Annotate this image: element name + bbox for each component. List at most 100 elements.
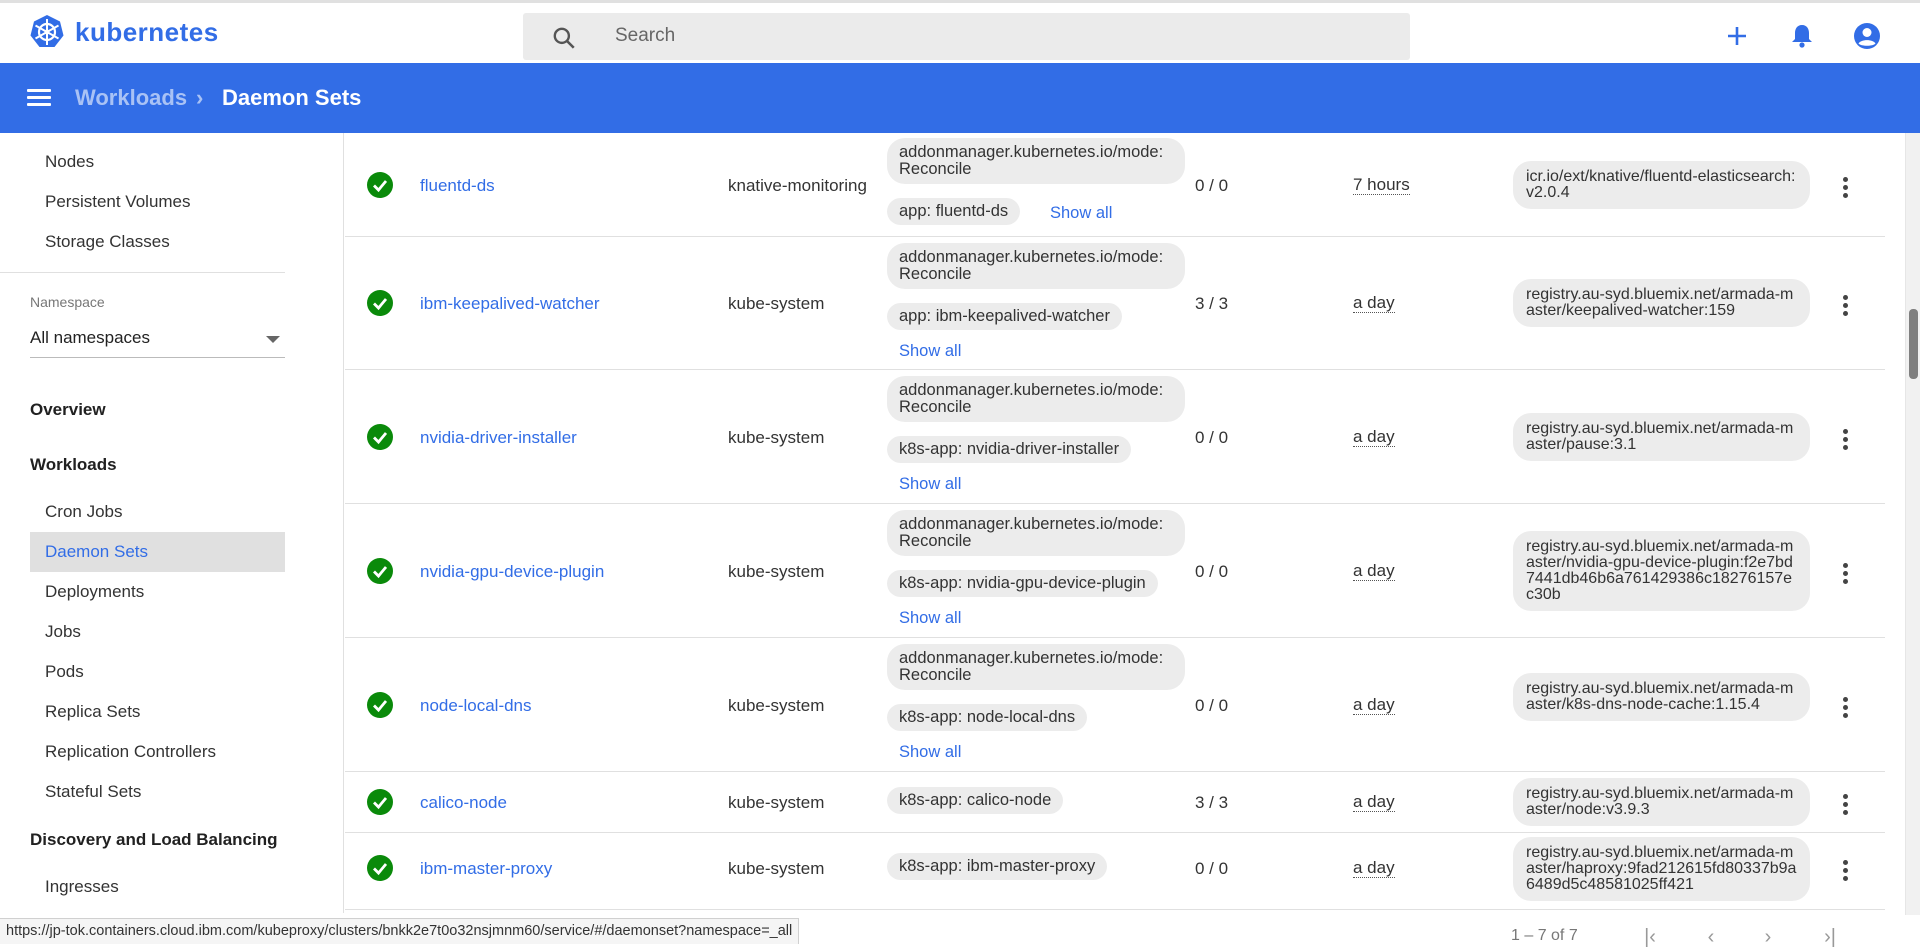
namespace-cell: kube-system [728, 562, 825, 581]
breadcrumb-bar: Workloads › Daemon Sets [0, 63, 1920, 133]
sidebar-item-replica-sets[interactable]: Replica Sets [30, 692, 285, 732]
sidebar-item-daemon-sets[interactable]: Daemon Sets [30, 532, 285, 572]
sidebar-item-cron-jobs[interactable]: Cron Jobs [30, 492, 285, 532]
label-chip: app: fluentd-ds [887, 198, 1021, 225]
account-circle-icon [1854, 23, 1880, 49]
daemonset-name-link[interactable]: ibm-master-proxy [420, 859, 552, 879]
daemonset-name-link[interactable]: calico-node [420, 793, 507, 813]
row-actions-menu-icon[interactable] [1835, 561, 1855, 585]
sidebar-item-jobs[interactable]: Jobs [30, 612, 285, 652]
last-page-button[interactable]: ›| [1817, 926, 1843, 948]
sidebar-item-pods[interactable]: Pods [30, 652, 285, 692]
sidebar-item-discovery[interactable]: Discovery and Load Balancing [30, 830, 278, 850]
image-chip: registry.au-syd.bluemix.net/armada-maste… [1513, 837, 1810, 901]
namespace-cell: kube-system [728, 428, 825, 447]
status-ok-icon [367, 558, 393, 584]
table-row: ibm-master-proxy kube-system k8s-app: ib… [345, 833, 1885, 910]
table-row: nvidia-gpu-device-plugin kube-system add… [345, 504, 1885, 638]
status-ok-icon [367, 290, 393, 316]
image-chip: registry.au-syd.bluemix.net/armada-maste… [1513, 413, 1810, 461]
namespace-value: All namespaces [30, 328, 151, 347]
show-all-labels-link[interactable]: Show all [899, 743, 961, 762]
account-button[interactable] [1850, 19, 1884, 53]
image-chip: icr.io/ext/knative/fluentd-elasticsearch… [1513, 161, 1810, 209]
namespace-cell: kube-system [728, 859, 825, 878]
search-icon[interactable] [551, 25, 577, 51]
plus-icon [1728, 27, 1746, 45]
daemonset-name-link[interactable]: nvidia-driver-installer [420, 428, 577, 448]
label-chip: k8s-app: nvidia-gpu-device-plugin [887, 570, 1158, 597]
first-page-button[interactable]: |‹ [1637, 926, 1663, 948]
vertical-scrollbar[interactable] [1905, 133, 1920, 915]
sidebar-item-ingresses[interactable]: Ingresses [30, 867, 285, 907]
label-chip: addonmanager.kubernetes.io/mode: Reconci… [887, 243, 1185, 289]
menu-toggle-button[interactable] [24, 85, 54, 111]
label-chip: k8s-app: node-local-dns [887, 704, 1088, 731]
image-chip: registry.au-syd.bluemix.net/armada-maste… [1513, 279, 1810, 327]
sidebar-item-nodes[interactable]: Nodes [30, 142, 285, 182]
daemonset-name-link[interactable]: nvidia-gpu-device-plugin [420, 562, 604, 582]
kubernetes-wheel-icon [30, 15, 64, 47]
label-chip: addonmanager.kubernetes.io/mode: Reconci… [887, 644, 1185, 690]
age-cell: 7 hours [1353, 175, 1410, 195]
row-actions-menu-icon[interactable] [1835, 427, 1855, 451]
breadcrumb-separator: › [196, 85, 204, 110]
show-all-labels-link[interactable]: Show all [899, 342, 961, 361]
table-row: calico-node kube-system k8s-app: calico-… [345, 772, 1885, 833]
sidebar: Nodes Persistent Volumes Storage Classes… [0, 133, 344, 913]
show-all-labels-link[interactable]: Show all [1050, 204, 1112, 223]
table-row: fluentd-ds knative-monitoring addonmanag… [345, 133, 1885, 237]
label-chip: k8s-app: calico-node [887, 787, 1064, 814]
create-button[interactable] [1720, 19, 1754, 53]
namespace-cell: knative-monitoring [728, 176, 867, 195]
row-actions-menu-icon[interactable] [1835, 695, 1855, 719]
image-chip: registry.au-syd.bluemix.net/armada-maste… [1513, 531, 1810, 611]
age-cell: a day [1353, 561, 1395, 581]
scrollbar-thumb[interactable] [1909, 309, 1918, 379]
bell-icon [1792, 25, 1812, 48]
daemonset-name-link[interactable]: node-local-dns [420, 696, 532, 716]
status-ok-icon [367, 855, 393, 881]
pods-cell: 0 / 0 [1195, 428, 1229, 447]
pods-cell: 3 / 3 [1195, 294, 1229, 313]
pods-cell: 0 / 0 [1195, 562, 1229, 581]
pods-cell: 0 / 0 [1195, 696, 1229, 715]
row-actions-menu-icon[interactable] [1835, 293, 1855, 317]
sidebar-item-persistent-volumes[interactable]: Persistent Volumes [30, 182, 285, 222]
previous-page-button[interactable]: ‹ [1698, 926, 1724, 948]
show-all-labels-link[interactable]: Show all [899, 609, 961, 628]
label-chip: app: ibm-keepalived-watcher [887, 303, 1122, 330]
status-ok-icon [367, 424, 393, 450]
row-actions-menu-icon[interactable] [1835, 175, 1855, 199]
namespace-cell: kube-system [728, 294, 825, 313]
show-all-labels-link[interactable]: Show all [899, 475, 961, 494]
breadcrumb-workloads[interactable]: Workloads [75, 85, 187, 111]
pods-cell: 3 / 3 [1195, 793, 1229, 812]
top-bar: kubernetes [0, 0, 1920, 63]
sidebar-item-workloads[interactable]: Workloads [30, 455, 117, 475]
image-chip: registry.au-syd.bluemix.net/armada-maste… [1513, 673, 1810, 721]
row-actions-menu-icon[interactable] [1835, 858, 1855, 882]
sidebar-item-deployments[interactable]: Deployments [30, 572, 285, 612]
label-chip: addonmanager.kubernetes.io/mode: Reconci… [887, 376, 1185, 422]
search-input[interactable] [615, 23, 1315, 49]
table-row: ibm-keepalived-watcher kube-system addon… [345, 237, 1885, 370]
label-chip: k8s-app: nvidia-driver-installer [887, 436, 1132, 463]
sidebar-item-storage-classes[interactable]: Storage Classes [30, 222, 285, 262]
sidebar-item-replication-controllers[interactable]: Replication Controllers [30, 732, 285, 772]
daemonset-name-link[interactable]: ibm-keepalived-watcher [420, 294, 600, 314]
namespace-cell: kube-system [728, 696, 825, 715]
age-cell: a day [1353, 858, 1395, 878]
table-row: nvidia-driver-installer kube-system addo… [345, 370, 1885, 504]
sidebar-item-overview[interactable]: Overview [30, 400, 106, 420]
breadcrumb-current: Daemon Sets [222, 85, 362, 110]
row-actions-menu-icon[interactable] [1835, 792, 1855, 816]
daemonset-name-link[interactable]: fluentd-ds [420, 176, 495, 196]
age-cell: a day [1353, 695, 1395, 715]
sidebar-item-stateful-sets[interactable]: Stateful Sets [30, 772, 285, 812]
kubernetes-logo[interactable]: kubernetes [29, 14, 219, 50]
next-page-button[interactable]: › [1755, 926, 1781, 948]
notifications-button[interactable] [1785, 19, 1819, 53]
namespace-cell: kube-system [728, 793, 825, 812]
namespace-select[interactable]: All namespaces [30, 328, 285, 358]
